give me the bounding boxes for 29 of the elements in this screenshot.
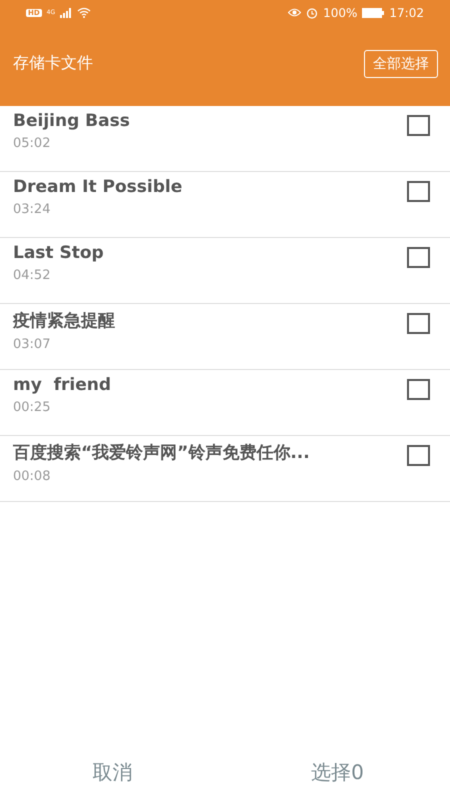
file-duration: 03:24 [13, 202, 52, 217]
checkbox[interactable] [407, 313, 430, 334]
clock: 17:02 [389, 6, 424, 20]
alarm-icon [306, 6, 318, 18]
file-name: 疫情紧急提醒 [13, 310, 115, 332]
file-name: Dream It Possible [13, 177, 182, 197]
file-duration: 03:07 [13, 337, 52, 352]
page-title: 存储卡文件 [13, 53, 93, 74]
checkbox[interactable] [407, 115, 430, 136]
file-name: 百度搜索“我爱铃声网”铃声免费任你... [13, 442, 310, 464]
confirm-button[interactable]: 选择0 [225, 742, 450, 800]
file-duration: 04:52 [13, 268, 52, 283]
checkbox[interactable] [407, 445, 430, 466]
eye-icon [288, 8, 302, 17]
battery-percent: 100% [323, 6, 358, 20]
signal-icon [60, 8, 72, 18]
file-duration: 05:02 [13, 136, 52, 151]
file-name: Beijing Bass [13, 111, 130, 131]
battery-icon [362, 8, 384, 18]
checkbox[interactable] [407, 247, 430, 268]
checkbox[interactable] [407, 181, 430, 202]
file-duration: 00:25 [13, 400, 52, 415]
cancel-button[interactable]: 取消 [0, 742, 225, 800]
wifi-icon [77, 7, 92, 18]
file-name: my friend [13, 375, 112, 395]
file-name: Last Stop [13, 243, 104, 263]
select-all-button[interactable]: 全部选择 [364, 50, 438, 78]
checkbox[interactable] [407, 379, 430, 400]
file-duration: 00:08 [13, 469, 52, 484]
